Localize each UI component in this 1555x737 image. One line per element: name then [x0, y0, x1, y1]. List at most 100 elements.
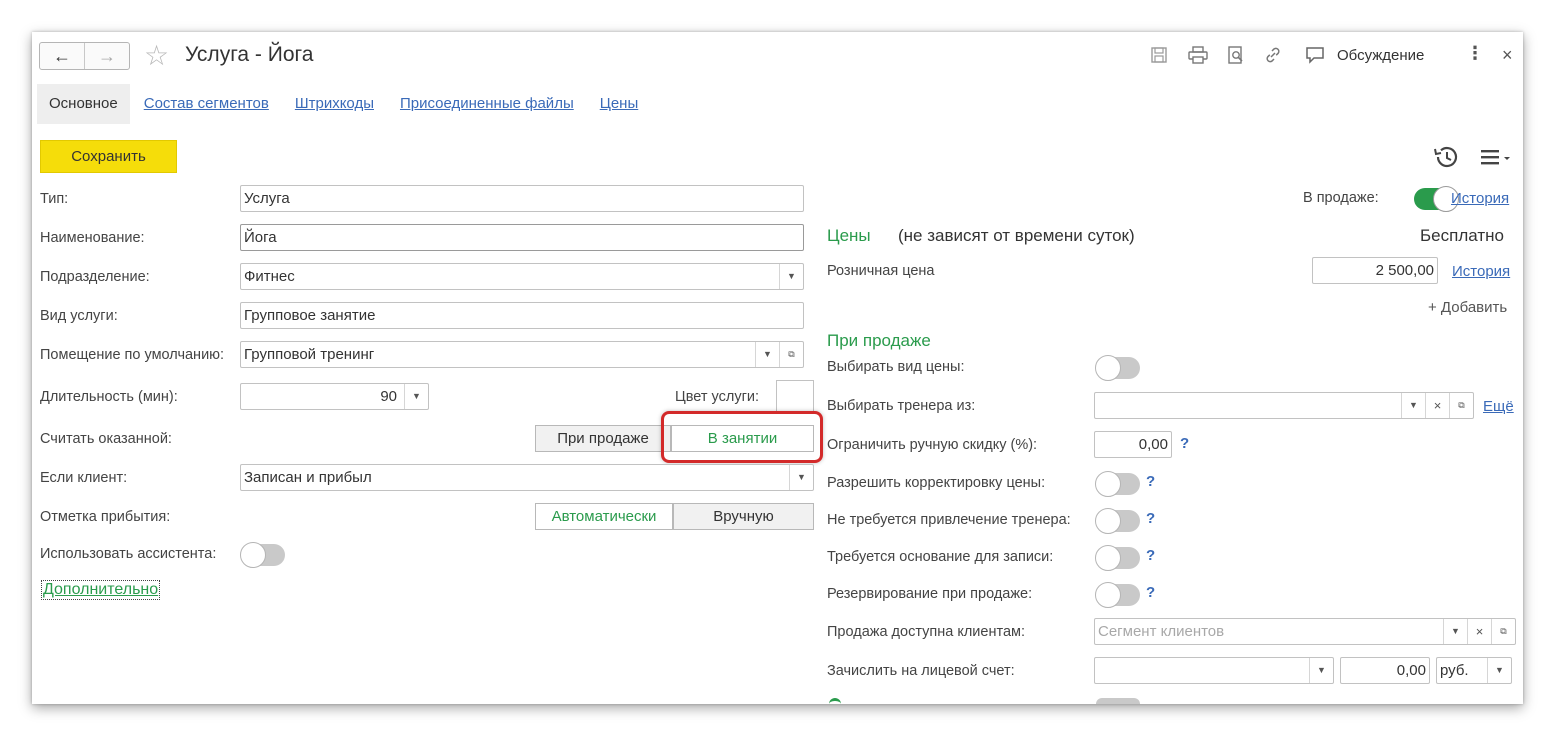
duration-label: Длительность (мин):: [40, 389, 178, 405]
currency-select[interactable]: руб. ▼: [1436, 657, 1512, 684]
clear-icon[interactable]: ×: [1467, 619, 1491, 644]
division-select[interactable]: Фитнес ▼: [240, 263, 804, 290]
service-kind-field: Групповое занятие: [240, 302, 804, 329]
help-icon[interactable]: ?: [1146, 510, 1155, 527]
retail-price-input[interactable]: 2 500,00: [1312, 257, 1438, 284]
credit-account-label: Зачислить на лицевой счет:: [827, 663, 1015, 679]
favorite-star-icon[interactable]: ☆: [144, 39, 169, 72]
limit-discount-input[interactable]: 0,00: [1094, 431, 1172, 458]
room-label: Помещение по умолчанию:: [40, 347, 225, 363]
limit-discount-label: Ограничить ручную скидку (%):: [827, 437, 1038, 453]
history-clock-icon[interactable]: [1432, 145, 1460, 172]
assistant-toggle[interactable]: [240, 542, 285, 568]
save-button[interactable]: Сохранить: [40, 140, 177, 173]
retail-price-value: 2 500,00: [1375, 262, 1434, 279]
dropdown-arrow-icon[interactable]: ▼: [1401, 393, 1425, 418]
credit-amount-input[interactable]: 0,00: [1340, 657, 1430, 684]
available-clients-select[interactable]: Сегмент клиентов ▼ × ⧉: [1094, 618, 1516, 645]
tab-prices[interactable]: Цены: [588, 84, 651, 124]
dropdown-arrow-icon[interactable]: ▼: [789, 465, 813, 490]
dropdown-arrow-icon[interactable]: ▼: [1487, 658, 1511, 683]
prices-note: (не зависят от времени суток): [898, 226, 1135, 245]
available-clients-label: Продажа доступна клиентам:: [827, 624, 1026, 640]
preview-icon[interactable]: [1227, 46, 1245, 69]
tab-main[interactable]: Основное: [37, 84, 130, 124]
type-value: Услуга: [244, 190, 290, 207]
on-sale-history-link[interactable]: История: [1451, 190, 1509, 207]
back-arrow-icon[interactable]: ←: [40, 43, 84, 69]
cut-off-section-title: [829, 698, 841, 704]
arrival-auto-button[interactable]: Автоматически: [535, 503, 673, 530]
basis-required-toggle[interactable]: [1095, 545, 1140, 571]
dropdown-arrow-icon[interactable]: ▼: [779, 264, 803, 289]
open-window-icon[interactable]: ⧉: [1491, 619, 1515, 644]
free-label: Бесплатно: [1420, 226, 1504, 245]
cut-off-toggle[interactable]: [1096, 698, 1140, 704]
service-color-picker[interactable]: [776, 380, 814, 412]
retail-price-label: Розничная цена: [827, 263, 935, 279]
dropdown-arrow-icon[interactable]: ▼: [1309, 658, 1333, 683]
duration-value: 90: [380, 388, 397, 405]
open-window-icon[interactable]: ⧉: [779, 342, 803, 367]
no-trainer-toggle[interactable]: [1095, 508, 1140, 534]
toggle-knob: [240, 542, 266, 568]
name-value: Йога: [244, 229, 277, 246]
service-kind-label: Вид услуги:: [40, 308, 118, 324]
basis-required-label: Требуется основание для записи:: [827, 549, 1054, 565]
toggle-knob: [1095, 545, 1121, 571]
more-link[interactable]: Ещё: [1483, 398, 1514, 415]
allow-price-edit-toggle[interactable]: [1095, 471, 1140, 497]
room-value: Групповой тренинг: [244, 346, 375, 363]
discussion-label[interactable]: Обсуждение: [1337, 47, 1424, 64]
if-client-select[interactable]: Записан и прибыл ▼: [240, 464, 814, 491]
reserve-toggle[interactable]: [1095, 582, 1140, 608]
print-icon[interactable]: [1188, 46, 1208, 69]
choose-price-kind-toggle[interactable]: [1095, 355, 1140, 381]
add-price-link[interactable]: + Добавить: [1428, 299, 1507, 316]
limit-discount-value: 0,00: [1138, 436, 1168, 453]
name-label: Наименование:: [40, 230, 145, 246]
reserve-label: Резервирование при продаже:: [827, 586, 1033, 602]
help-icon[interactable]: ?: [1180, 435, 1189, 452]
forward-arrow-icon[interactable]: →: [84, 43, 129, 69]
dropdown-arrow-icon[interactable]: ▼: [1443, 619, 1467, 644]
count-done-on-sale-button[interactable]: При продаже: [535, 425, 671, 452]
help-icon[interactable]: ?: [1146, 473, 1155, 490]
choose-price-kind-label: Выбирать вид цены:: [827, 359, 965, 375]
menu-list-icon[interactable]: [1479, 146, 1513, 171]
additional-link[interactable]: Дополнительно: [41, 580, 161, 600]
nav-buttons: ← →: [39, 42, 130, 70]
save-disk-icon[interactable]: [1150, 46, 1168, 69]
dropdown-arrow-icon[interactable]: ▼: [404, 384, 428, 409]
toggle-knob: [1095, 582, 1121, 608]
retail-price-history-link[interactable]: История: [1452, 263, 1510, 280]
toggle-knob: [1095, 355, 1121, 381]
service-kind-value: Групповое занятие: [244, 307, 376, 324]
tab-segments[interactable]: Состав сегментов: [132, 84, 281, 124]
count-done-in-class-button[interactable]: В занятии: [671, 425, 814, 452]
credit-account-select[interactable]: ▼: [1094, 657, 1334, 684]
tab-barcodes[interactable]: Штрихкоды: [283, 84, 386, 124]
more-vertical-icon[interactable]: ⋮: [1466, 43, 1484, 64]
help-icon[interactable]: ?: [1146, 584, 1155, 601]
choose-trainer-select[interactable]: ▼ × ⧉: [1094, 392, 1474, 419]
allow-price-edit-label: Разрешить корректировку цены:: [827, 475, 1046, 491]
type-label: Тип:: [40, 191, 69, 207]
link-icon[interactable]: [1263, 46, 1283, 69]
name-input[interactable]: Йога: [240, 224, 804, 251]
tab-attached-files[interactable]: Присоединенные файлы: [388, 84, 586, 124]
on-sale-section-title: При продаже: [827, 331, 931, 350]
clear-icon[interactable]: ×: [1425, 393, 1449, 418]
toggle-knob: [1095, 471, 1121, 497]
division-value: Фитнес: [244, 268, 295, 285]
assistant-label: Использовать ассистента:: [40, 546, 217, 562]
duration-input[interactable]: 90 ▼: [240, 383, 429, 410]
room-select[interactable]: Групповой тренинг ▼ ⧉: [240, 341, 804, 368]
arrival-manual-button[interactable]: Вручную: [673, 503, 814, 530]
help-icon[interactable]: ?: [1146, 547, 1155, 564]
dropdown-arrow-icon[interactable]: ▼: [755, 342, 779, 367]
open-window-icon[interactable]: ⧉: [1449, 393, 1473, 418]
close-icon[interactable]: ×: [1502, 45, 1513, 66]
service-form-window: ← → ☆ Услуга - Йога Обсуждение ⋮ × Основ…: [32, 32, 1523, 704]
discussion-icon[interactable]: [1305, 46, 1325, 69]
